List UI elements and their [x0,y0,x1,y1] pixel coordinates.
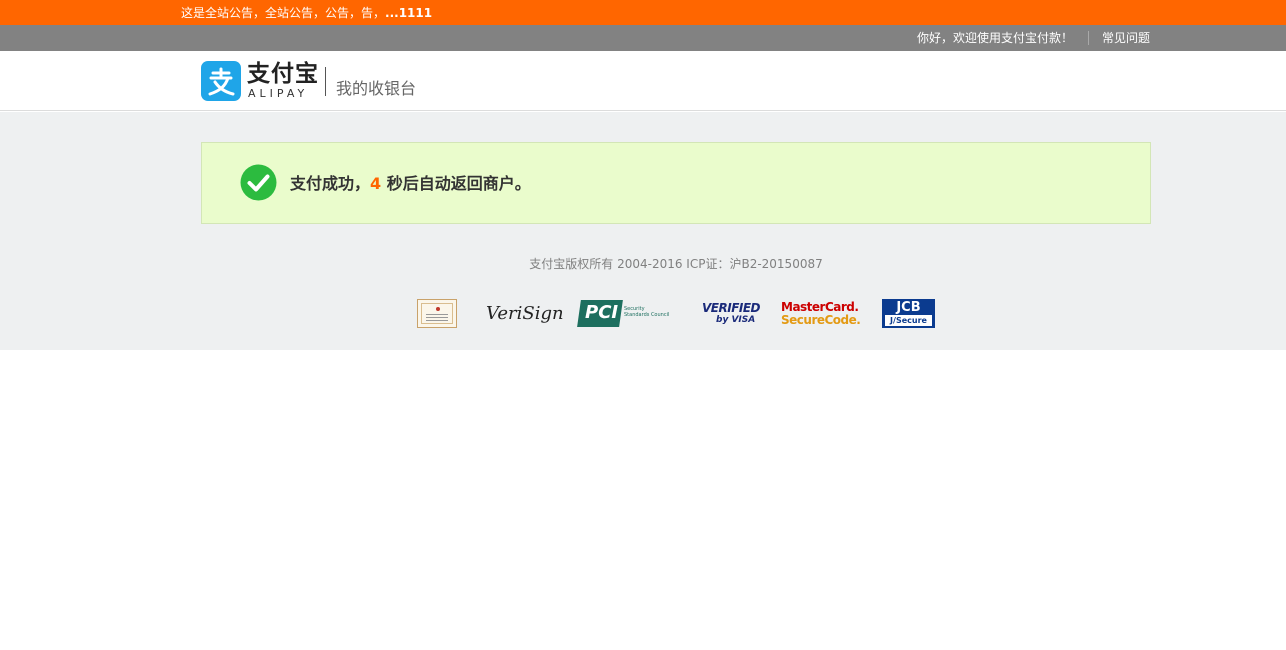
pci-badge[interactable]: PCI Security Standards Council [577,299,673,328]
redirect-countdown: 4 [370,174,382,193]
logo-chinese-text: 支付宝 [247,61,319,87]
jsecure-text: J/Secure [885,315,932,326]
certificate-badge-icon[interactable] [417,299,457,328]
jcb-jsecure-badge[interactable]: JCB J/Secure [882,299,935,328]
securecode-text: SecureCode. [781,313,861,327]
site-notice-message: 这是全站公告，全站公告，公告，告， [181,6,386,20]
logo-divider [325,67,326,96]
cashier-title: 我的收银台 [336,79,417,98]
verified-by-visa-badge[interactable]: VERIFIED by VISA [702,299,761,329]
site-notice-text: 这是全站公告，全站公告，公告，告，...1111 [181,5,432,21]
certificate-lines [426,314,448,322]
alipay-logo-icon[interactable] [201,61,241,101]
top-bar: 你好，欢迎使用支付宝付款！ 常见问题 [0,25,1286,51]
mastercard-text: MasterCard. [781,300,859,314]
success-message-suffix: 秒后自动返回商户。 [381,174,531,193]
security-badges: VeriSign PCI Security Standards Council V… [0,298,1286,330]
header: 支付宝 ALIPAY 我的收银台 [0,51,1286,111]
site-notice-bar: 这是全站公告，全站公告，公告，告，...1111 [0,0,1286,25]
mastercard-securecode-badge[interactable]: MasterCard. SecureCode. [781,300,861,328]
site-notice-suffix: ...1111 [385,6,433,20]
copyright-text: 支付宝版权所有 2004-2016 ICP证：沪B2-20150087 [529,257,823,271]
success-message-prefix: 支付成功， [290,174,371,193]
faq-link[interactable]: 常见问题 [1102,31,1150,46]
payment-success-message: 支付成功，4 秒后自动返回商户。 [290,174,531,194]
jcb-text: JCB [896,300,921,315]
verisign-badge[interactable]: VeriSign [486,302,564,326]
main-content: 支付成功，4 秒后自动返回商户。 支付宝版权所有 2004-2016 ICP证：… [0,112,1286,350]
visa-by-text: by VISA [716,315,756,325]
visa-verified-text: VERIFIED [702,301,761,315]
logo-english-text: ALIPAY [248,87,309,100]
pci-text: PCI [585,302,619,323]
success-check-icon [240,164,277,201]
pci-subtext: Security Standards Council [624,306,669,318]
pci-subtext-line2: Standards Council [624,312,670,318]
payment-success-panel: 支付成功，4 秒后自动返回商户。 [201,142,1151,224]
top-bar-divider [1088,31,1089,45]
verisign-text: VeriSign [486,303,564,324]
welcome-message: 你好，欢迎使用支付宝付款！ [917,31,1074,45]
